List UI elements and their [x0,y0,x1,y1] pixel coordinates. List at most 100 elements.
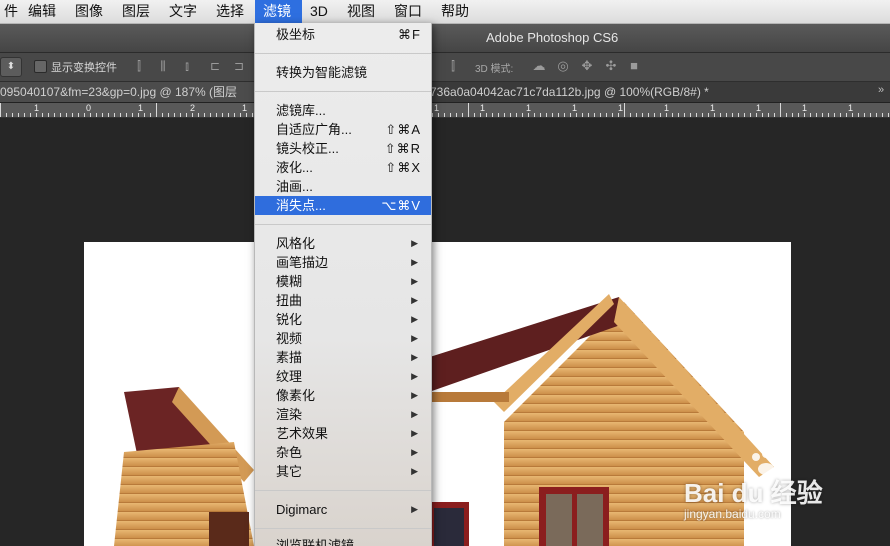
menu-item-lens-correction[interactable]: 镜头校正... ⇧⌘R [255,139,431,158]
submenu-arrow-icon: ▶ [411,238,418,248]
menu-item-digimarc[interactable]: Digimarc ▶ [255,500,431,519]
menu-item-label: 艺术效果 [276,426,329,441]
menu-item-label: 视频 [276,331,303,346]
menu-item-label: 极坐标 [276,27,316,42]
submenu-arrow-icon: ▶ [411,428,418,438]
menu-item-label: 锐化 [276,312,303,327]
menu-edit[interactable]: 编辑 [20,0,64,23]
ruler-label: 1 [618,103,624,113]
menu-item-convert-smart-filters[interactable]: 转换为智能滤镜 [255,63,431,82]
menu-item-label: 液化... [276,160,313,175]
menu-item-render[interactable]: 渲染 ▶ [255,405,431,424]
menu-item-label: 转换为智能滤镜 [276,65,368,80]
tool-preset-picker[interactable]: ⬍ [0,57,22,77]
document-tab-1[interactable]: 095040107&fm=23&gp=0.jpg @ 187% (图层 [0,82,254,102]
submenu-arrow-icon: ▶ [411,409,418,419]
align-hcenter-icon[interactable]: ⊐ [232,59,246,73]
submenu-arrow-icon: ▶ [411,295,418,305]
menu-item-other[interactable]: 其它 ▶ [255,462,431,481]
ruler-label: 1 [34,103,40,113]
menu-image[interactable]: 图像 [67,0,111,23]
3d-slide-icon[interactable]: ✣ [602,58,620,74]
menu-item-liquify[interactable]: 液化... ⇧⌘X [255,158,431,177]
menu-separator [255,91,431,92]
align-bottom-icon[interactable]: ⫾ [180,59,194,73]
document-canvas[interactable] [84,242,791,546]
document-tabs: 095040107&fm=23&gp=0.jpg @ 187% (图层 736a… [0,82,890,103]
menu-window[interactable]: 窗口 [386,0,430,23]
submenu-arrow-icon: ▶ [411,276,418,286]
menu-item-polar-coordinates[interactable]: 极坐标 ⌘F [255,25,431,44]
menu-select[interactable]: 选择 [208,0,252,23]
ruler-label: 1 [242,103,248,113]
align-left-icon[interactable]: ⊏ [208,59,222,73]
submenu-arrow-icon: ▶ [411,466,418,476]
menu-3d[interactable]: 3D [302,0,336,23]
filter-menu: 极坐标 ⌘F 转换为智能滤镜 滤镜库... 自适应广角... ⇧⌘A 镜头校正.… [254,23,432,546]
menu-item-sharpen[interactable]: 锐化 ▶ [255,310,431,329]
distribute-icon[interactable]: ⫿ [446,59,460,73]
menu-separator [255,53,431,54]
menu-item-shortcut: ⇧⌘X [385,160,421,175]
menu-item-pixelate[interactable]: 像素化 ▶ [255,386,431,405]
document-tab-2[interactable]: 736a0a04042ac71c7da112b.jpg @ 100%(RGB/8… [430,82,810,102]
3d-drag-icon[interactable]: ✥ [578,58,596,74]
menu-help[interactable]: 帮助 [433,0,477,23]
ruler-label: 1 [802,103,808,113]
align-top-icon[interactable]: ⫿ [132,59,146,73]
show-transform-controls-checkbox[interactable] [34,60,47,73]
menu-item-texture[interactable]: 纹理 ▶ [255,367,431,386]
menu-item-adaptive-wide-angle[interactable]: 自适应广角... ⇧⌘A [255,120,431,139]
menu-item-brush-strokes[interactable]: 画笔描边 ▶ [255,253,431,272]
menu-item-shortcut: ⇧⌘R [384,141,421,156]
title-bar: Adobe Photoshop CS6 [0,24,890,53]
window-title: Adobe Photoshop CS6 [486,30,619,45]
ruler-label: 1 [664,103,670,113]
menu-item-label: 素描 [276,350,303,365]
3d-camera-icon[interactable]: ■ [625,58,643,74]
menu-layer[interactable]: 图层 [114,0,158,23]
3d-mode-label: 3D 模式: [475,64,514,75]
menu-item-label: 油画... [276,179,313,194]
menu-item-vanishing-point[interactable]: 消失点... ⌥⌘V [255,196,431,215]
ruler-label: 2 [190,103,196,113]
menu-type[interactable]: 文字 [161,0,205,23]
ruler-label: 1 [848,103,854,113]
menu-item-filter-gallery[interactable]: 滤镜库... [255,101,431,120]
menu-item-label: 自适应广角... [276,122,352,137]
menu-item-browse-filters-online[interactable]: 浏览联机滤镜... [255,536,431,546]
submenu-arrow-icon: ▶ [411,314,418,324]
menu-item-label: 模糊 [276,274,303,289]
ruler-label: 1 [480,103,486,113]
menu-item-label: 镜头校正... [276,141,339,156]
menu-item-video[interactable]: 视频 ▶ [255,329,431,348]
menu-view[interactable]: 视图 [339,0,383,23]
3d-roll-icon[interactable]: ◎ [554,58,572,74]
menu-item-distort[interactable]: 扭曲 ▶ [255,291,431,310]
menu-item-stylize[interactable]: 风格化 ▶ [255,234,431,253]
align-vcenter-icon[interactable]: ⫼ [156,59,170,73]
menu-filter[interactable]: 滤镜 [255,0,302,23]
ruler-label: 1 [756,103,762,113]
3d-rotate-icon[interactable]: ☁ [530,58,548,74]
menu-item-artistic[interactable]: 艺术效果 ▶ [255,424,431,443]
ruler-label: 1 [138,103,144,113]
menu-item-sketch[interactable]: 素描 ▶ [255,348,431,367]
house-photo [114,294,774,546]
menu-bar: 件 编辑 图像 图层 文字 选择 滤镜 3D 视图 窗口 帮助 [0,0,890,24]
submenu-arrow-icon: ▶ [411,371,418,381]
show-transform-controls-label: 显示变换控件 [51,62,117,74]
menu-item-label: 扭曲 [276,293,303,308]
menu-item-label: 风格化 [276,236,316,251]
menu-item-blur[interactable]: 模糊 ▶ [255,272,431,291]
ruler-label: 1 [434,103,440,113]
tabs-overflow-icon[interactable]: » [878,84,884,96]
menu-separator [255,528,431,529]
submenu-arrow-icon: ▶ [411,257,418,267]
menu-item-noise[interactable]: 杂色 ▶ [255,443,431,462]
menu-item-label: 其它 [276,464,303,479]
menu-item-label: 浏览联机滤镜... [276,538,365,546]
menu-item-label: 渲染 [276,407,303,422]
submenu-arrow-icon: ▶ [411,333,418,343]
menu-item-oil-paint[interactable]: 油画... [255,177,431,196]
